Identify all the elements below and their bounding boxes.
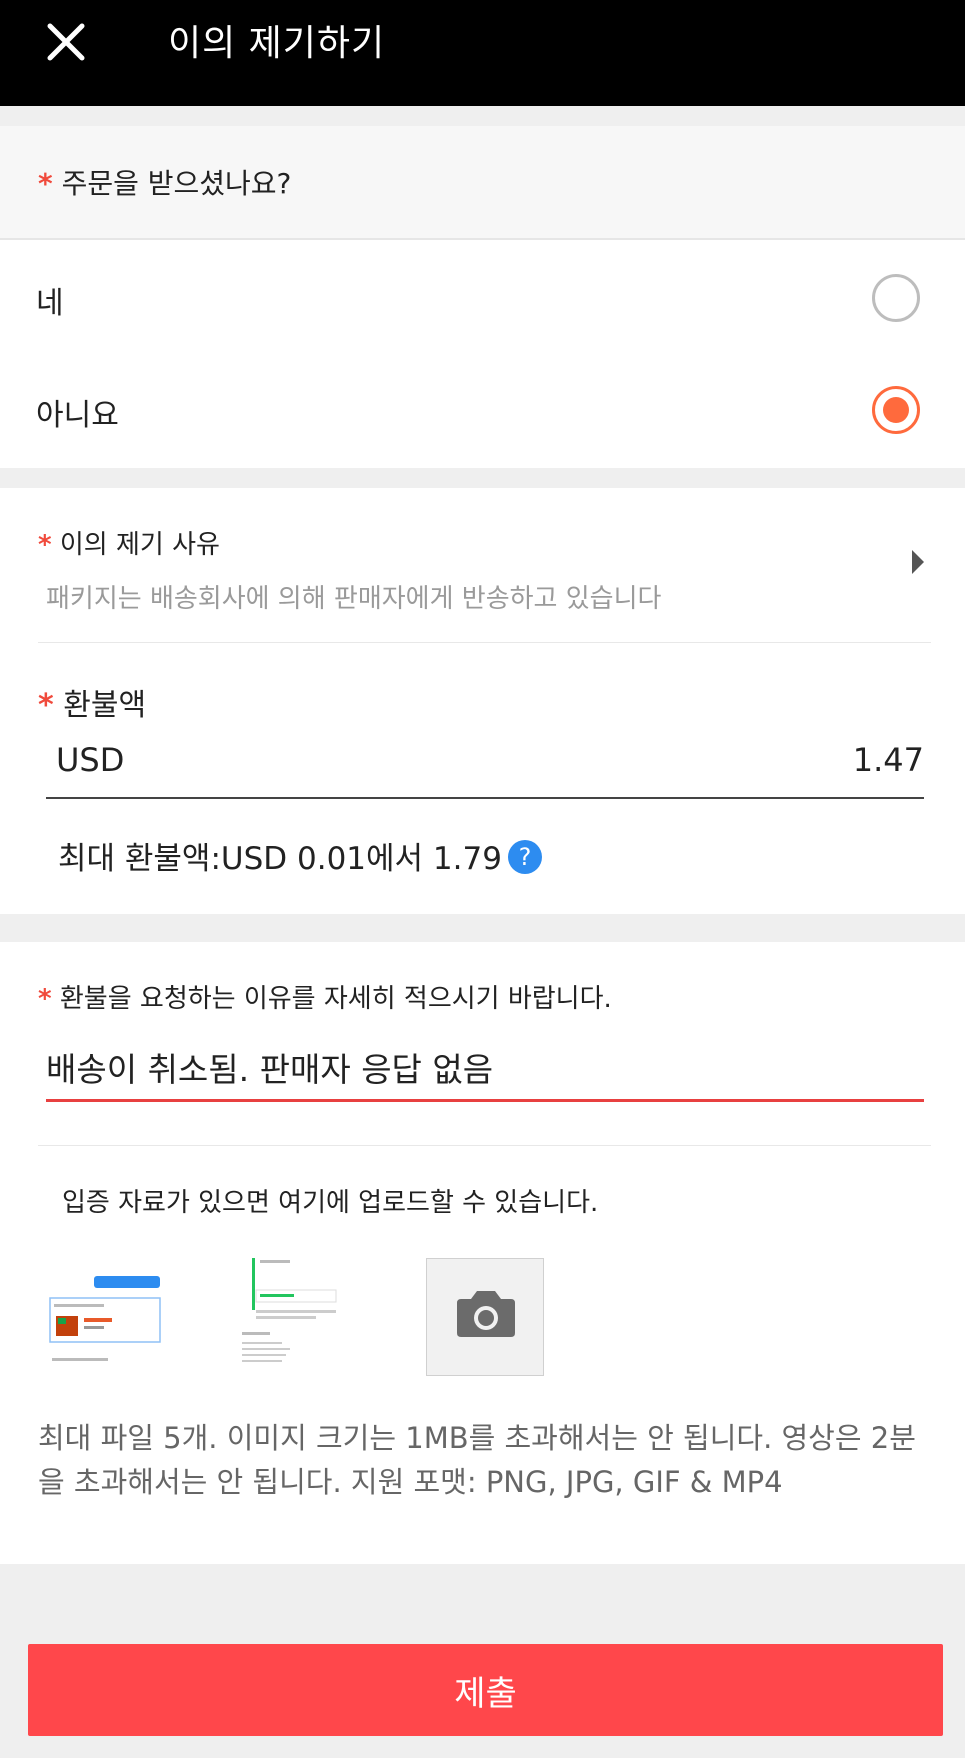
refund-details-label-text: 환불을 요청하는 이유를 자세히 적으시기 바랍니다. — [59, 984, 612, 1014]
upload-note: 최대 파일 5개. 이미지 크기는 1MB를 초과해서는 안 됩니다. 영상은 … — [38, 1421, 916, 1499]
radio-option-label: 네 — [36, 286, 64, 321]
received-question-label: 주문을 받으셨나요? — [61, 167, 292, 200]
camera-icon — [457, 1291, 515, 1337]
refund-amount-field[interactable]: USD 1.47 — [46, 733, 924, 799]
max-refund-text: 최대 환불액:USD 0.01에서 1.79 — [58, 841, 502, 877]
submit-button[interactable]: 제출 — [28, 1644, 943, 1736]
dispute-reason-label: 이의 제기 사유 — [59, 530, 220, 560]
required-mark: * — [38, 688, 54, 723]
attachment-thumbnail[interactable] — [48, 1258, 166, 1376]
refund-amount-label-text: 환불액 — [63, 688, 147, 723]
required-mark: * — [38, 167, 53, 200]
dispute-reason-value: 패키지는 배송회사에 의해 판매자에게 반송하고 있습니다 — [46, 584, 662, 614]
upload-label: 입증 자료가 있으면 여기에 업로드할 수 있습니다. — [62, 1188, 599, 1218]
chevron-right-icon — [912, 550, 924, 574]
refund-details-input[interactable] — [46, 1042, 924, 1102]
add-photo-button[interactable] — [426, 1258, 544, 1376]
refund-details-label: * 환불을 요청하는 이유를 자세히 적으시기 바랍니다. — [38, 978, 612, 1015]
divider — [38, 1145, 931, 1146]
required-mark: * — [38, 984, 52, 1014]
divider — [38, 642, 931, 643]
refund-amount-label: * 환불액 — [38, 680, 146, 724]
help-icon[interactable]: ? — [507, 840, 542, 874]
refund-currency: USD — [56, 741, 125, 779]
top-bar: 이의 제기하기 — [0, 0, 965, 106]
radio-button-no[interactable] — [872, 386, 920, 434]
attachment-thumbnail[interactable] — [238, 1258, 356, 1376]
details-card: * 환불을 요청하는 이유를 자세히 적으시기 바랍니다. 입증 자료가 있으면… — [0, 942, 965, 1564]
refund-card: * 이의 제기 사유 패키지는 배송회사에 의해 판매자에게 반송하고 있습니다… — [0, 488, 965, 914]
radio-option-no[interactable]: 아니요 — [0, 354, 965, 466]
max-refund-info: 최대 환불액:USD 0.01에서 1.79? — [58, 833, 542, 878]
radio-button-yes[interactable] — [872, 274, 920, 322]
dispute-reason-selector[interactable]: * 이의 제기 사유 패키지는 배송회사에 의해 판매자에게 반송하고 있습니다 — [0, 488, 965, 643]
radio-option-yes[interactable]: 네 — [0, 242, 965, 354]
received-question: * 주문을 받으셨나요? — [0, 126, 965, 240]
radio-option-label: 아니요 — [36, 398, 119, 433]
page-title: 이의 제기하기 — [168, 23, 386, 64]
close-icon[interactable] — [44, 20, 88, 64]
refund-amount-value[interactable]: 1.47 — [853, 741, 924, 779]
required-mark: * — [38, 530, 52, 560]
received-card: * 주문을 받으셨나요? 네 아니요 — [0, 126, 965, 468]
